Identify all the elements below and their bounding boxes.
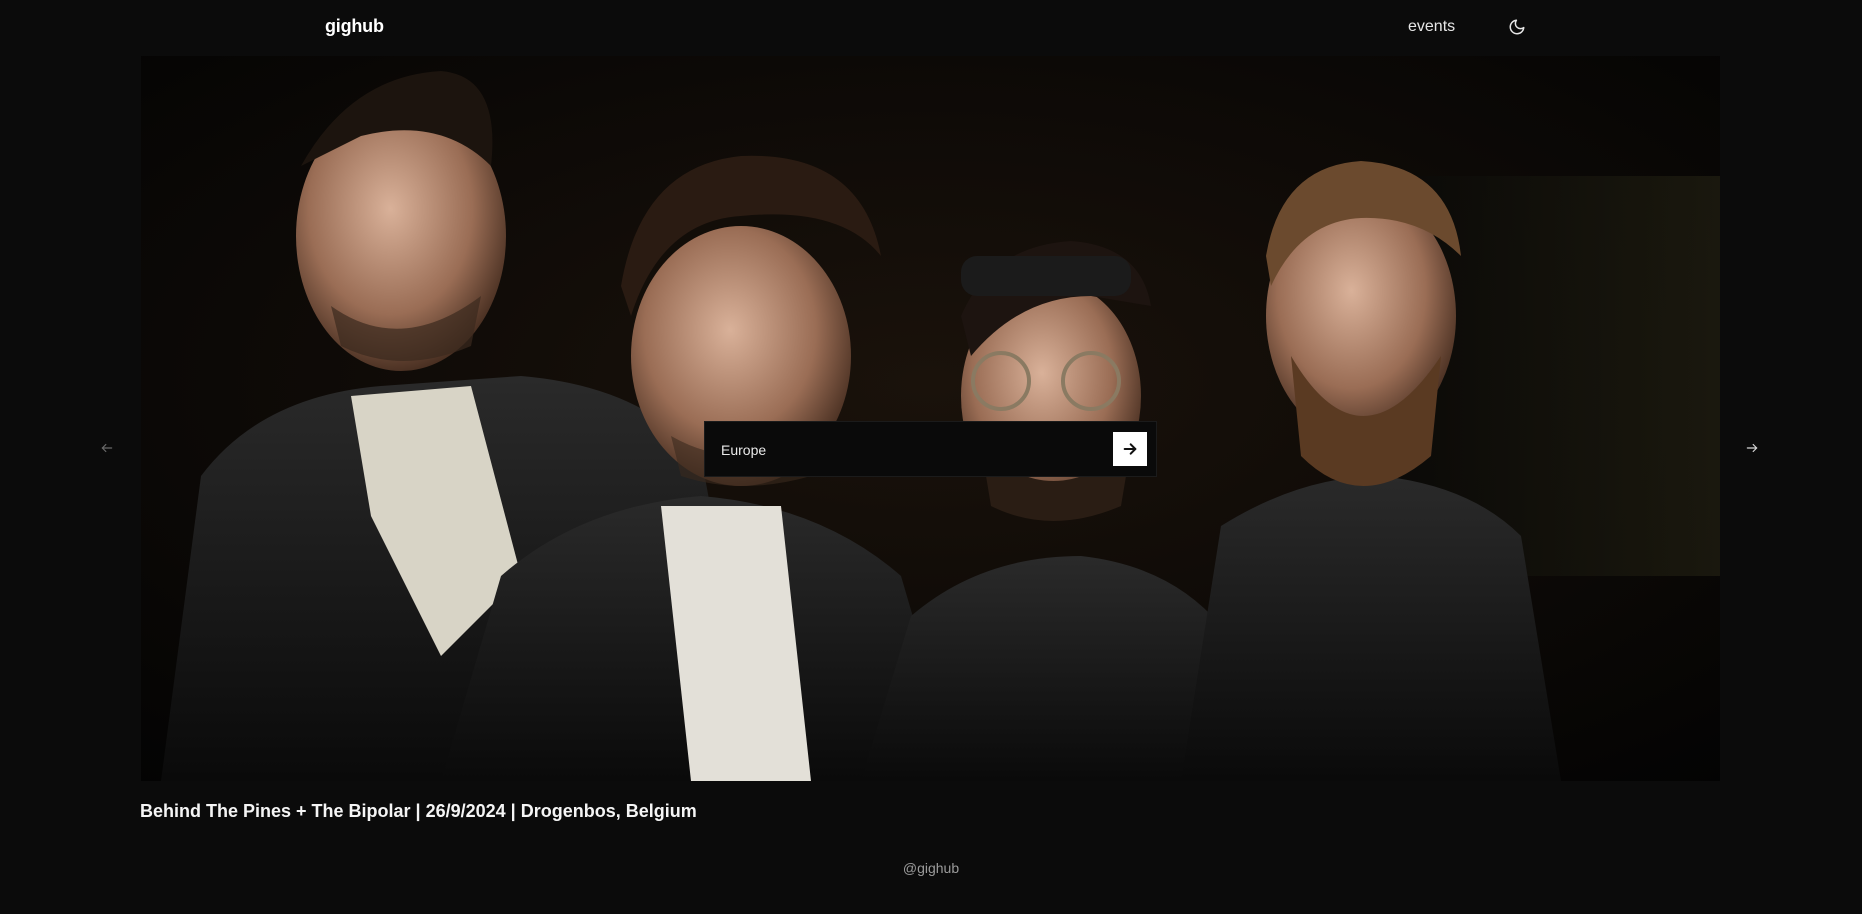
- band-photo: [141, 56, 1720, 781]
- hero-band-image: [141, 56, 1720, 781]
- nav-link-events[interactable]: events: [1408, 18, 1455, 36]
- moon-icon: [1509, 19, 1525, 35]
- header: gighub events: [0, 0, 1862, 56]
- page: gighub events Europe Behind The Pines + …: [0, 0, 1862, 914]
- region-search-input[interactable]: [719, 436, 1093, 464]
- arrow-right-icon: [1746, 443, 1758, 453]
- carousel-next-button[interactable]: [1740, 436, 1764, 460]
- arrow-right-icon: [1123, 443, 1137, 455]
- theme-toggle-button[interactable]: [1506, 16, 1528, 38]
- carousel-prev-button[interactable]: [95, 436, 119, 460]
- arrow-left-icon: [101, 443, 113, 453]
- region-search-box: [704, 421, 1157, 477]
- footer-handle: @gighub: [902, 860, 960, 876]
- logo[interactable]: gighub: [325, 16, 384, 37]
- event-caption[interactable]: Behind The Pines + The Bipolar | 26/9/20…: [140, 801, 697, 822]
- search-submit-button[interactable]: [1113, 432, 1147, 466]
